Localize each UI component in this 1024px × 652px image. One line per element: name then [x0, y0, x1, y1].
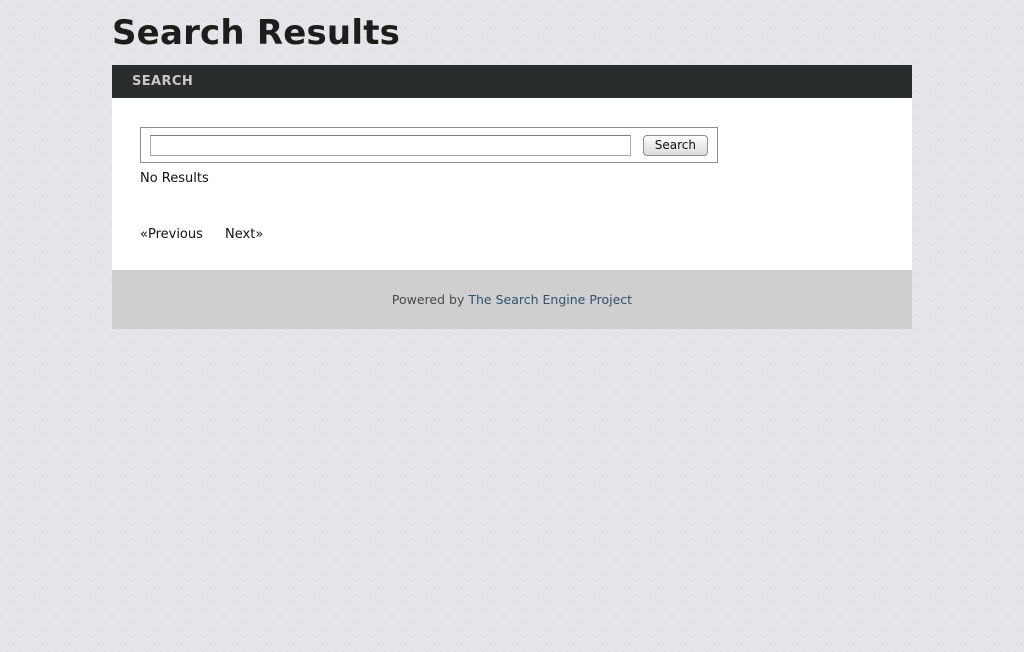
search-form: Search [140, 127, 718, 163]
search-engine-project-link[interactable]: The Search Engine Project [468, 292, 632, 307]
search-panel: SEARCH Search No Results «Previous Next»… [112, 65, 912, 329]
page-title: Search Results [112, 12, 912, 54]
panel-header: SEARCH [112, 65, 912, 98]
page-container: Search Results SEARCH Search No Results … [112, 12, 912, 329]
powered-by-text: Powered by [392, 292, 464, 307]
no-results-message: No Results [140, 171, 884, 186]
next-page-link[interactable]: Next» [225, 227, 263, 242]
panel-header-label: SEARCH [132, 74, 193, 89]
pagination: «Previous Next» [140, 227, 884, 242]
panel-footer: Powered by The Search Engine Project [112, 270, 912, 329]
panel-body: Search No Results «Previous Next» [112, 98, 912, 270]
search-button[interactable]: Search [643, 135, 708, 156]
search-input[interactable] [150, 135, 631, 156]
previous-page-link[interactable]: «Previous [140, 227, 203, 242]
